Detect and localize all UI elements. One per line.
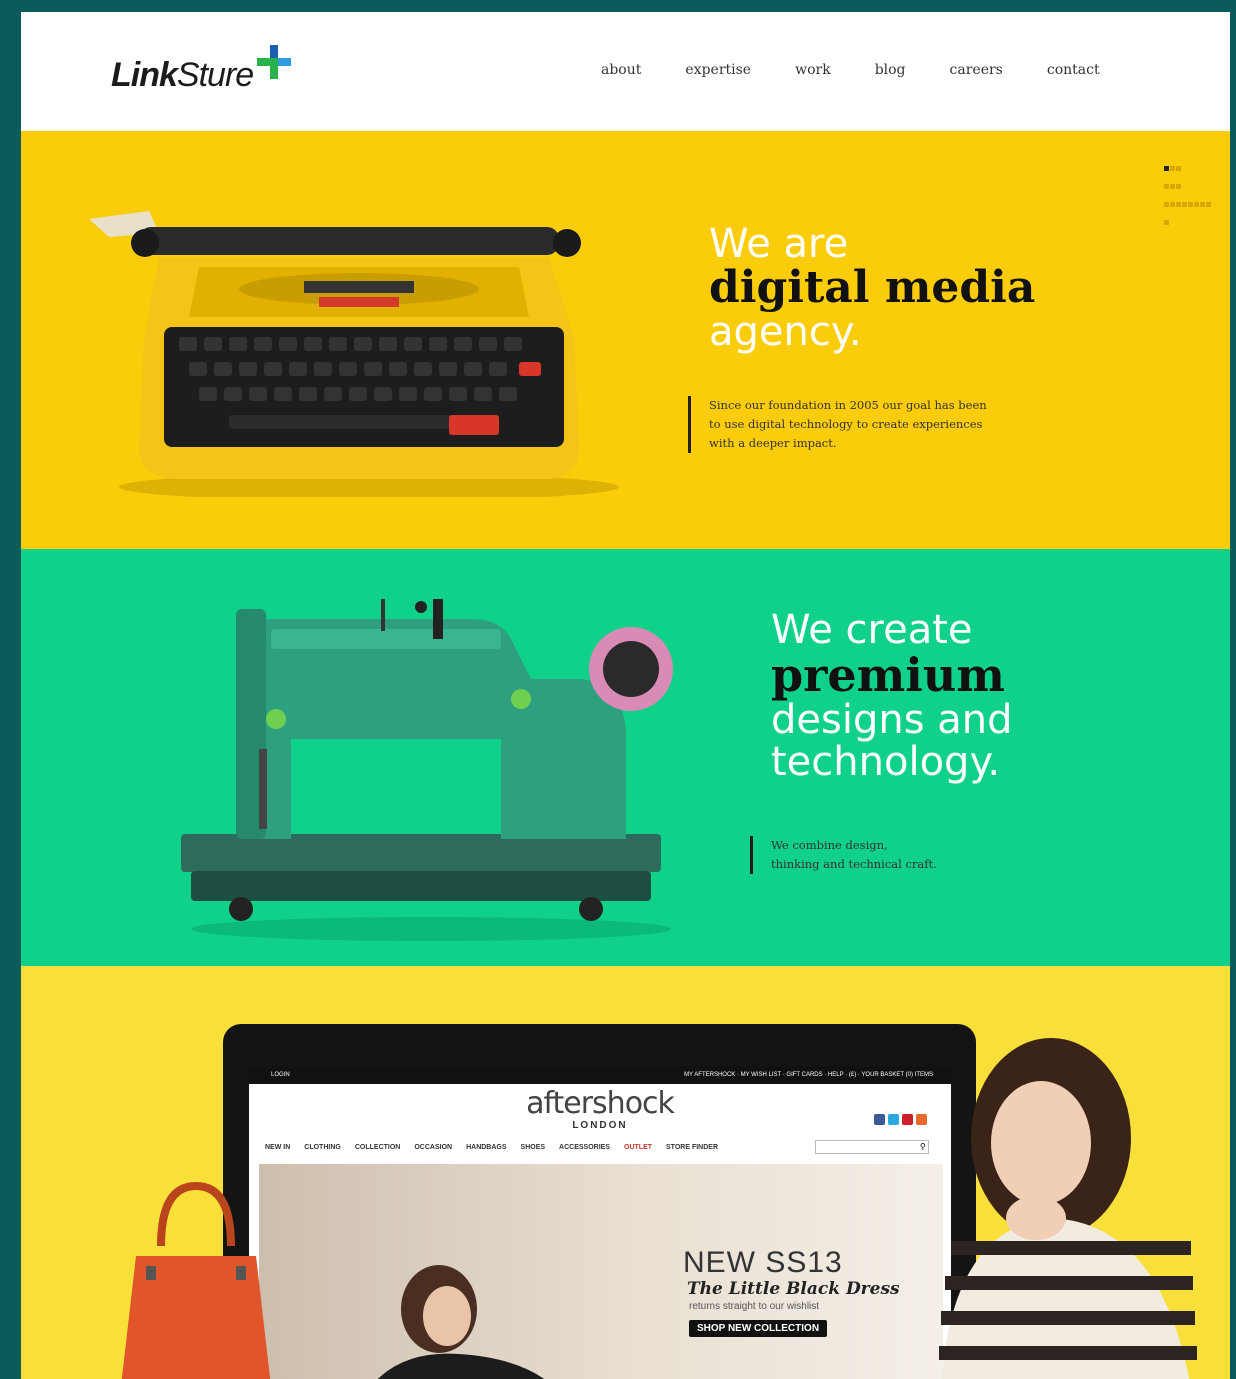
mockup-banner-title: NEW SS13 — [683, 1246, 843, 1279]
mockup-banner-caption: returns straight to our wishlist — [689, 1301, 820, 1312]
mockup-topbar-links: MY AFTERSHOCK · MY WISH LIST · GIFT CARD… — [684, 1072, 933, 1078]
mockup-subnav-item: HANDBAGS — [466, 1144, 507, 1151]
logo-mark-icon — [257, 45, 291, 79]
mockup-topbar: LOGIN MY AFTERSHOCK · MY WISH LIST · GIF… — [249, 1066, 951, 1084]
slide2-bold: premium — [771, 648, 1005, 702]
monitor-mockup: LOGIN MY AFTERSHOCK · MY WISH LIST · GIF… — [223, 1024, 976, 1379]
slide1-blurb-line3: with a deeper impact. — [709, 436, 837, 450]
slide1-pre: We are — [709, 221, 849, 267]
nav-expertise[interactable]: expertise — [685, 62, 751, 78]
mockup-subnav-item: SHOES — [520, 1144, 546, 1151]
mockup-banner: NEW SS13 The Little Black Dress returns … — [259, 1164, 943, 1379]
mockup-social-icons — [874, 1114, 927, 1125]
mockup-screen: LOGIN MY AFTERSHOCK · MY WISH LIST · GIF… — [249, 1066, 951, 1379]
site-header: LinkSture about expertise work blog care… — [21, 12, 1230, 131]
slide2-pre: We create — [771, 607, 973, 653]
hero-slide-typewriter: We are digital media agency. Since our f… — [21, 131, 1230, 549]
mockup-subnav: NEW IN CLOTHING COLLECTION OCCASION HAND… — [265, 1144, 718, 1151]
mockup-login: LOGIN — [271, 1072, 290, 1078]
pinterest-icon — [902, 1114, 913, 1125]
typewriter-image — [89, 211, 619, 497]
slide1-blurb-line1: Since our foundation in 2005 our goal ha… — [709, 398, 987, 412]
mockup-brand: aftershock — [526, 1086, 675, 1121]
mockup-banner-subtitle: The Little Black Dress — [687, 1279, 900, 1299]
slide-pager[interactable] — [1164, 158, 1212, 230]
mockup-subnav-item: CLOTHING — [304, 1144, 341, 1151]
logo-link-text: Link — [111, 56, 178, 94]
mockup-subnav-item: NEW IN — [265, 1144, 291, 1151]
mockup-subnav-item: ACCESSORIES — [559, 1144, 611, 1151]
nav-about[interactable]: about — [601, 62, 641, 78]
nav-work[interactable]: work — [795, 62, 831, 78]
slide1-bold: digital media — [709, 262, 1036, 313]
handbag-image — [121, 1181, 271, 1379]
nav-careers[interactable]: careers — [950, 62, 1003, 78]
hero-slide-sewing-machine: We create premium designs and technology… — [21, 549, 1230, 966]
mockup-subnav-item: STORE FINDER — [666, 1144, 719, 1151]
woman-striped-sweater-image — [939, 1038, 1197, 1379]
logo-sture-text: Sture — [176, 56, 254, 94]
mockup-subnav-item: OCCASION — [414, 1144, 453, 1151]
sewing-machine-image — [181, 599, 673, 941]
slide1-headline: We are digital media agency. — [709, 223, 1035, 353]
slide1-blurb-line2: to use digital technology to create expe… — [709, 417, 983, 431]
slide1-post: agency. — [709, 309, 862, 356]
mockup-subnav-item: OUTLET — [624, 1144, 653, 1151]
slide2-post1: designs and — [771, 697, 1013, 744]
slide1-blurb: Since our foundation in 2005 our goal ha… — [688, 396, 987, 453]
nav-blog[interactable]: blog — [875, 62, 906, 78]
model-illustration — [377, 1265, 545, 1379]
mockup-shop-button: SHOP NEW COLLECTION — [689, 1320, 828, 1337]
slide2-blurb: We combine design, thinking and technica… — [750, 836, 937, 874]
mockup-subnav-item: COLLECTION — [354, 1144, 401, 1151]
slide2-blurb-line2: thinking and technical craft. — [771, 857, 937, 871]
mockup-search-icon: ⚲ — [815, 1140, 929, 1154]
facebook-icon — [874, 1114, 885, 1125]
slide2-post2: technology. — [771, 739, 1001, 786]
slide2-headline: We create premium designs and technology… — [771, 609, 1013, 783]
twitter-icon — [888, 1114, 899, 1125]
page: LinkSture about expertise work blog care… — [21, 12, 1230, 1379]
slide2-blurb-line1: We combine design, — [771, 838, 888, 852]
nav-contact[interactable]: contact — [1047, 62, 1100, 78]
logo[interactable]: LinkSture — [111, 56, 254, 95]
hero-slide-portfolio: LOGIN MY AFTERSHOCK · MY WISH LIST · GIF… — [21, 966, 1230, 1379]
mockup-brand-sub: LONDON — [572, 1120, 628, 1131]
rss-icon — [916, 1114, 927, 1125]
main-nav: about expertise work blog careers contac… — [601, 62, 1100, 78]
